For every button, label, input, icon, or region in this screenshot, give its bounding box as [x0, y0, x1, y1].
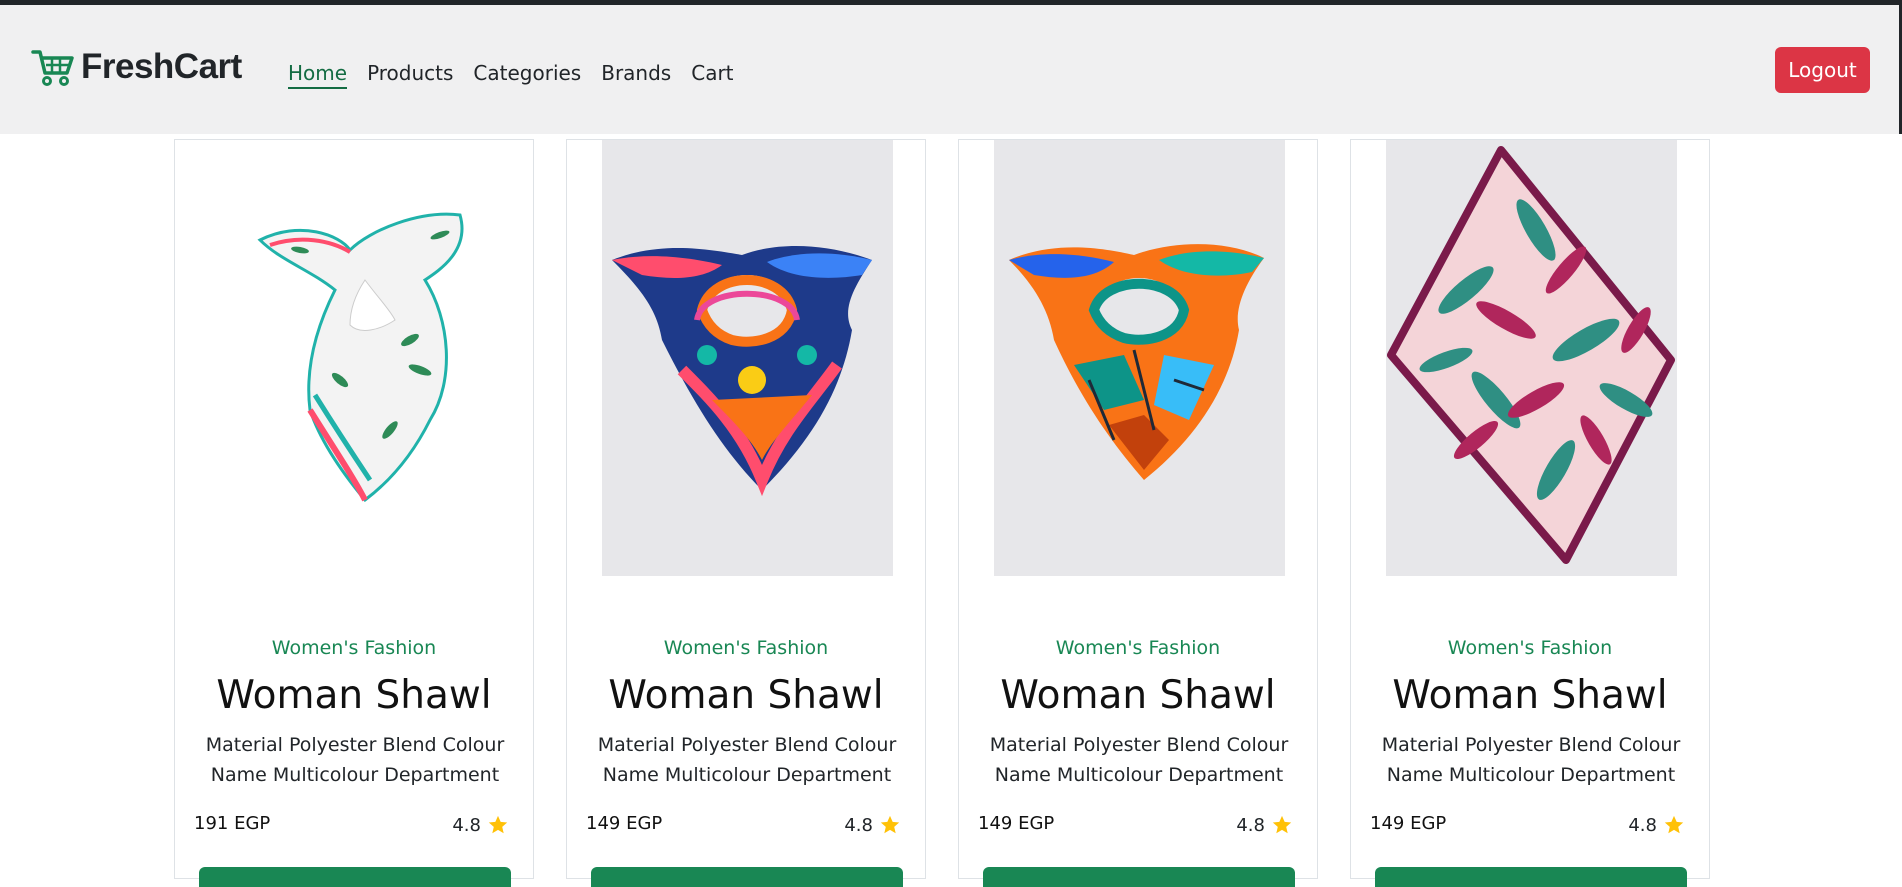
logout-button[interactable]: Logout: [1775, 47, 1870, 93]
star-icon: [1664, 815, 1684, 834]
product-card[interactable]: Women's Fashion Woman Shawl Material Pol…: [174, 139, 534, 887]
white-teal-floral-scarf-image: [257, 212, 464, 503]
add-to-cart-button[interactable]: [591, 867, 903, 887]
product-category: Women's Fashion: [1055, 637, 1221, 659]
product-card[interactable]: Women's Fashion Woman Shawl Material Pol…: [566, 139, 926, 887]
product-description: Material Polyester Blend Colour Name Mul…: [989, 734, 1289, 786]
add-to-cart-button[interactable]: [1375, 867, 1687, 887]
nav-link-products[interactable]: Products: [367, 61, 453, 89]
nav-link-home[interactable]: Home: [288, 61, 348, 89]
nav-link-categories[interactable]: Categories: [473, 61, 581, 89]
nav-link-cart[interactable]: Cart: [691, 61, 733, 89]
product-image[interactable]: [1386, 140, 1677, 576]
product-title: Woman Shawl: [1000, 673, 1276, 718]
brand-name: FreshCart: [81, 47, 242, 86]
navbar: FreshCart Home Products Categories Brand…: [0, 5, 1902, 134]
product-card[interactable]: Women's Fashion Woman Shawl Material Pol…: [1350, 139, 1710, 887]
product-image[interactable]: [994, 140, 1285, 576]
product-title: Woman Shawl: [216, 673, 492, 718]
product-price: 149 EGP: [1370, 813, 1447, 834]
product-rating: 4.8: [844, 814, 901, 836]
nav-menu: Home Products Categories Brands Cart: [288, 61, 754, 89]
product-rating: 4.8: [1628, 814, 1685, 836]
product-description: Material Polyester Blend Colour Name Mul…: [205, 734, 505, 786]
rating-value: 4.8: [1236, 814, 1265, 836]
product-title: Woman Shawl: [1392, 673, 1668, 718]
star-icon: [488, 815, 508, 834]
product-title: Woman Shawl: [608, 673, 884, 718]
rating-value: 4.8: [1628, 814, 1657, 836]
product-category: Women's Fashion: [271, 637, 437, 659]
product-price: 191 EGP: [194, 813, 271, 834]
product-image[interactable]: [210, 140, 501, 576]
shopping-cart-icon: [31, 50, 74, 86]
nav-link-brands[interactable]: Brands: [601, 61, 671, 89]
product-card[interactable]: Women's Fashion Woman Shawl Material Pol…: [958, 139, 1318, 887]
add-to-cart-button[interactable]: [199, 867, 511, 887]
product-image[interactable]: [602, 140, 893, 576]
product-category: Women's Fashion: [1447, 637, 1613, 659]
product-rating: 4.8: [1236, 814, 1293, 836]
add-to-cart-button[interactable]: [983, 867, 1295, 887]
star-icon: [880, 815, 900, 834]
product-rating: 4.8: [452, 814, 509, 836]
product-description: Material Polyester Blend Colour Name Mul…: [1381, 734, 1681, 786]
star-icon: [1272, 815, 1292, 834]
rating-value: 4.8: [452, 814, 481, 836]
product-description: Material Polyester Blend Colour Name Mul…: [597, 734, 897, 786]
brand-logo[interactable]: FreshCart: [31, 47, 242, 87]
pink-leaf-square-scarf-image: [1387, 146, 1675, 564]
orange-teal-tied-scarf-image: [1009, 244, 1264, 480]
product-category: Women's Fashion: [663, 637, 829, 659]
blue-pink-tied-scarf-image: [612, 245, 872, 497]
rating-value: 4.8: [844, 814, 873, 836]
product-price: 149 EGP: [586, 813, 663, 834]
product-price: 149 EGP: [978, 813, 1055, 834]
